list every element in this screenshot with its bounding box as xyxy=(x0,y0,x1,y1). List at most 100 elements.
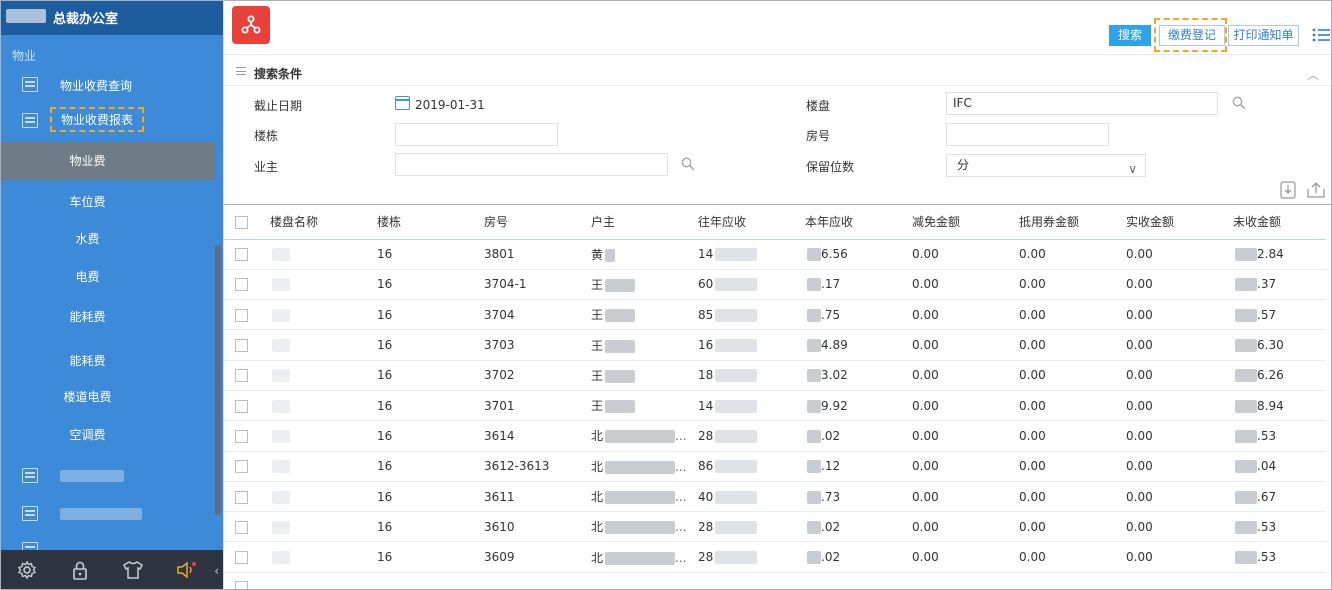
row-select-cell[interactable] xyxy=(224,239,270,270)
submenu-parking-fee[interactable]: 车位费 xyxy=(0,183,215,221)
cell-unpaid: .53 xyxy=(1233,420,1326,452)
building-input[interactable] xyxy=(395,123,558,146)
column-header[interactable]: 楼栋 xyxy=(377,205,484,240)
table-row[interactable]: 16 3611 北... 40.73 0.00 0.00 0.00.67 xyxy=(224,481,1326,513)
column-header[interactable]: 实收金额 xyxy=(1126,205,1233,240)
cell-unpaid: .37 xyxy=(1233,269,1326,301)
row-checkbox[interactable] xyxy=(235,399,248,413)
column-header[interactable]: 抵用券金额 xyxy=(1019,205,1126,240)
sidebar-item-redacted-3[interactable] xyxy=(0,533,223,557)
row-checkbox[interactable] xyxy=(235,429,248,443)
submenu-water-fee[interactable]: 水费 xyxy=(0,220,215,258)
redacted-value xyxy=(605,551,676,565)
table-row[interactable]: 16 3610 北... 28.02 0.00 0.00 0.00.53 xyxy=(224,511,1326,543)
submenu-property-fee[interactable]: 物业费 xyxy=(0,142,215,180)
collapse-chevron-icon[interactable]: ‹ xyxy=(214,564,219,578)
row-select-cell[interactable] xyxy=(224,541,270,573)
export-icon[interactable] xyxy=(1306,181,1326,199)
cell-voucher: 0.00 xyxy=(1019,481,1126,513)
table-row[interactable]: 16 3704 王 85.75 0.00 0.00 0.00.57 xyxy=(224,299,1326,331)
table-row[interactable]: 16 3703 王 16 4.89 0.00 0.00 0.00 6.30 xyxy=(224,329,1326,361)
cell-unpaid: .04 xyxy=(1233,451,1326,482)
cutoff-date-value[interactable]: 2019-01-31 xyxy=(415,98,485,112)
cell-owner: 黄 xyxy=(591,239,698,270)
precision-label: 保留位数 xyxy=(806,160,855,174)
row-checkbox[interactable] xyxy=(235,581,248,590)
cell-voucher: 0.00 xyxy=(1019,390,1126,422)
table-row[interactable]: 16 3704-1 王 60.17 0.00 0.00 0.00.37 xyxy=(224,269,1326,301)
column-header[interactable]: 户主 xyxy=(591,205,698,240)
row-select-cell[interactable] xyxy=(224,390,270,422)
property-input[interactable]: IFC xyxy=(946,92,1218,115)
row-select-cell[interactable] xyxy=(224,329,270,361)
submenu-aircon-fee[interactable]: 空调费 xyxy=(0,416,215,454)
cell-building: 16 xyxy=(377,269,484,301)
column-header[interactable]: 未收金额 xyxy=(1233,205,1326,240)
lock-icon[interactable] xyxy=(69,559,91,581)
table-row[interactable]: 16 3801 黄 14 6.56 0.00 0.00 0.00 2.84 xyxy=(224,239,1326,270)
select-all-checkbox[interactable] xyxy=(235,215,248,229)
row-select-cell[interactable] xyxy=(224,269,270,301)
search-conditions-header[interactable]: 搜索条件 ︿ xyxy=(224,58,1332,86)
row-select-cell[interactable] xyxy=(224,420,270,452)
payment-register-button[interactable]: 缴费登记 xyxy=(1159,25,1225,46)
search-button[interactable]: 搜索 xyxy=(1109,25,1151,46)
submenu-energy-fee[interactable]: 能耗费 xyxy=(0,298,215,336)
row-checkbox[interactable] xyxy=(235,248,248,262)
cell-prev-receivable: 16 xyxy=(698,329,805,361)
search-icon[interactable] xyxy=(1232,96,1246,110)
row-checkbox[interactable] xyxy=(235,369,248,383)
column-header[interactable]: 房号 xyxy=(484,205,591,240)
table-row[interactable]: 16 3701 王 14 9.92 0.00 0.00 0.00 8.94 xyxy=(224,390,1326,422)
row-checkbox[interactable] xyxy=(235,460,248,474)
owner-input[interactable] xyxy=(395,153,668,176)
column-header[interactable]: 本年应收 xyxy=(805,205,912,240)
shirt-theme-icon[interactable] xyxy=(122,559,144,581)
collapse-up-icon[interactable]: ︿ xyxy=(1307,66,1319,83)
row-checkbox[interactable] xyxy=(235,278,248,292)
row-select-cell[interactable] xyxy=(224,299,270,331)
sidebar-item-fee-report[interactable]: 物业收费报表 xyxy=(0,104,223,138)
column-header[interactable]: 往年应收 xyxy=(698,205,805,240)
submenu-energy-fee-2[interactable]: 能耗费 xyxy=(0,342,215,380)
row-checkbox[interactable] xyxy=(235,308,248,322)
table-row[interactable]: 16 3612-3613 北... 86.12 0.00 0.00 0.00.04 xyxy=(224,451,1326,482)
precision-select[interactable]: 分 ∨ xyxy=(946,154,1146,177)
search-icon[interactable] xyxy=(681,157,695,171)
row-select-cell[interactable] xyxy=(224,451,270,482)
cell-room: 3704-1 xyxy=(484,269,591,301)
row-checkbox[interactable] xyxy=(235,551,248,565)
sidebar-item-redacted-2[interactable] xyxy=(0,497,223,531)
row-select-cell[interactable] xyxy=(224,481,270,513)
room-input[interactable] xyxy=(946,123,1109,146)
row-select-cell[interactable] xyxy=(224,360,270,391)
table-row[interactable]: 16 3702 王 18 3.02 0.00 0.00 0.00 6.26 xyxy=(224,360,1326,391)
row-select-cell[interactable] xyxy=(224,511,270,543)
redacted-value xyxy=(272,399,290,413)
column-header[interactable]: 减免金额 xyxy=(912,205,1019,240)
calendar-icon[interactable] xyxy=(395,96,410,110)
table-row[interactable]: 16 3614 北... 28.02 0.00 0.00 0.00.53 xyxy=(224,420,1326,452)
settings-gear-icon[interactable] xyxy=(16,559,38,581)
redacted-value xyxy=(1235,520,1257,534)
sidebar-item-redacted-1[interactable] xyxy=(0,459,223,493)
cell-paid: 0.00 xyxy=(1126,299,1233,331)
row-checkbox[interactable] xyxy=(235,339,248,353)
sidebar-item-fee-query[interactable]: 物业收费查询 xyxy=(0,68,223,102)
cell-voucher: 0.00 xyxy=(1019,329,1126,361)
cell-prev-receivable: 18 xyxy=(698,360,805,391)
list-menu-icon[interactable] xyxy=(1312,28,1330,42)
submenu-corridor-electric-fee[interactable]: 楼道电费 xyxy=(0,378,215,416)
redacted-value xyxy=(715,551,758,565)
row-checkbox[interactable] xyxy=(235,490,248,504)
sidebar-scrollbar[interactable] xyxy=(215,245,221,515)
row-checkbox[interactable] xyxy=(235,520,248,534)
table-row[interactable] xyxy=(224,572,1326,590)
import-icon[interactable] xyxy=(1280,181,1296,199)
cell-paid: 0.00 xyxy=(1126,451,1233,482)
speaker-icon[interactable] xyxy=(175,559,197,581)
column-header[interactable]: 楼盘名称 xyxy=(270,205,377,240)
submenu-electric-fee[interactable]: 电费 xyxy=(0,258,215,296)
print-notice-button[interactable]: 打印通知单 xyxy=(1228,25,1299,46)
table-row[interactable]: 16 3609 北... 28.02 0.00 0.00 0.00.53 xyxy=(224,541,1326,573)
